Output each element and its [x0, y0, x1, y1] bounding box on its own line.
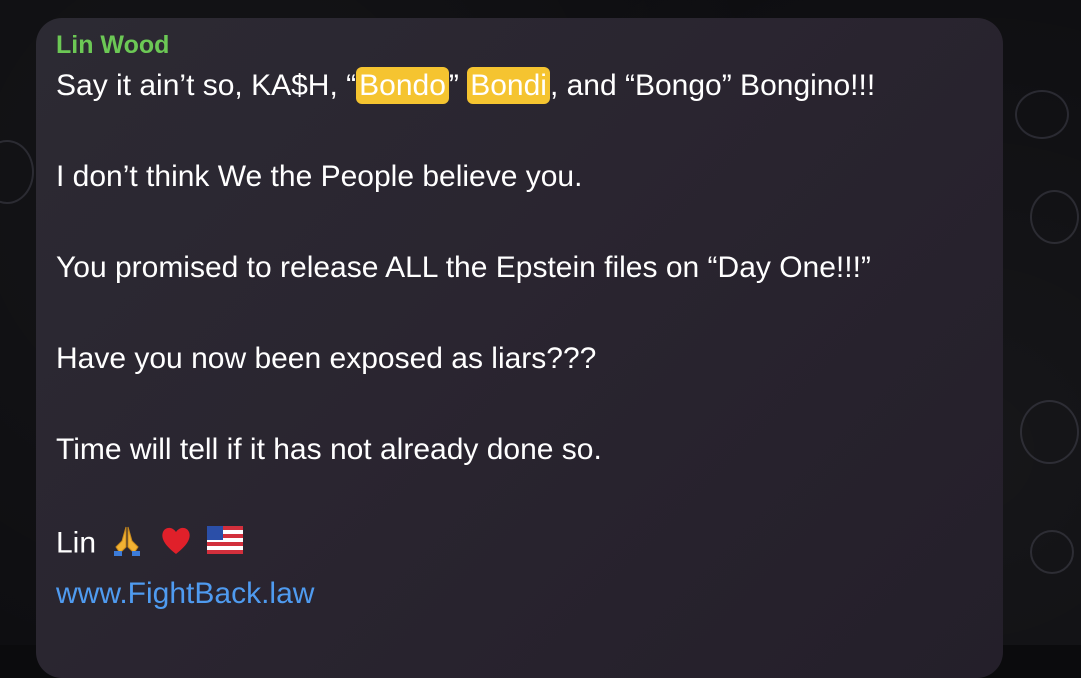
message-text: , and “Bongo” Bongino!!!: [549, 69, 876, 102]
message-line: Say it ain’t so, KA$H, “Bondo” Bondi, an…: [56, 67, 983, 104]
message-line: Time will tell if it has not already don…: [56, 433, 602, 466]
signature-text: Lin: [56, 526, 97, 560]
background-doodle: [1030, 530, 1074, 574]
us-flag-icon: [207, 526, 244, 563]
background-doodle: [1020, 400, 1079, 464]
message-line: Have you now been exposed as liars???: [56, 342, 597, 375]
message-text: Say it ain’t so, KA$H, “: [56, 69, 357, 102]
signature-line: Lin: [56, 523, 983, 566]
background-doodle: [1015, 90, 1069, 139]
sender-name[interactable]: Lin Wood: [56, 30, 983, 60]
message-text: ”: [448, 69, 468, 102]
background-doodle: [1030, 190, 1079, 244]
message-bubble[interactable]: Lin Wood Say it ain’t so, KA$H, “Bondo” …: [36, 18, 1003, 678]
red-heart-icon: [159, 523, 193, 566]
message-line: You promised to release ALL the Epstein …: [56, 251, 871, 284]
praying-hands-icon: [110, 523, 144, 566]
search-highlight: Bondi: [467, 67, 550, 104]
background-doodle: [0, 140, 34, 204]
message-line: I don’t think We the People believe you.: [56, 160, 583, 193]
website-link[interactable]: www.FightBack.law: [56, 576, 983, 612]
search-highlight: Bondo: [356, 67, 449, 104]
